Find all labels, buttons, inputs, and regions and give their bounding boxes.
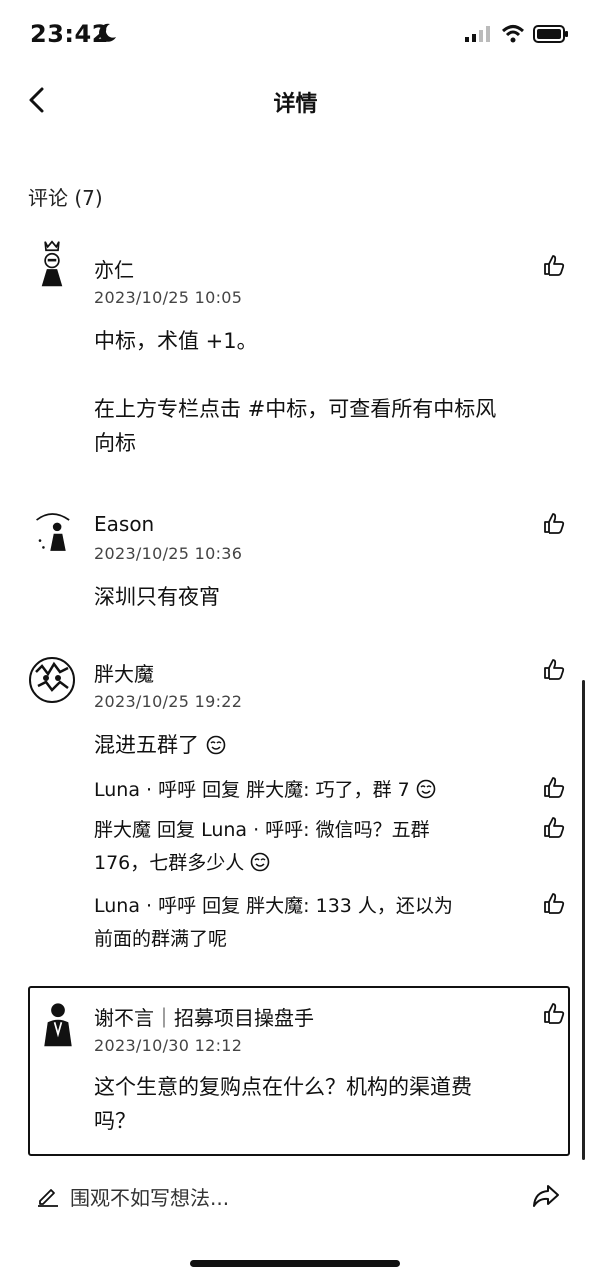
pen-icon [38, 1189, 58, 1207]
comment-text: 混进五群了 [94, 728, 564, 762]
comment-author[interactable]: 亦仁 [94, 254, 134, 283]
avatar[interactable] [34, 1000, 82, 1048]
reply-text: 胖大魔 回复 Luna · 呼呼: 微信吗？五群 [94, 819, 430, 841]
nav-bar: 详情 [0, 70, 591, 130]
scrollbar[interactable] [582, 680, 585, 1160]
moon-icon [99, 23, 116, 42]
wifi-icon [501, 25, 525, 43]
smile-emoji-icon [416, 779, 436, 799]
comment-text: 中标，术值 +1。 在上方专栏点击 #中标，可查看所有中标风 向标 [94, 324, 564, 460]
comment-line: 在上方专栏点击 #中标，可查看所有中标风 [94, 397, 497, 421]
thumbs-up-icon[interactable] [543, 658, 565, 680]
comment-author[interactable]: 谢不言｜招募项目操盘手 [94, 1002, 314, 1031]
comment-author[interactable]: 胖大魔 [94, 658, 154, 687]
reply-item: Luna · 呼呼 回复 胖大魔: 133 人，还以为 前面的群满了呢 [94, 890, 524, 956]
comment-time: 2023/10/25 10:36 [94, 544, 243, 563]
avatar[interactable] [28, 656, 76, 704]
reply-text: Luna · 呼呼 回复 胖大魔: 133 人，还以为 [94, 895, 453, 917]
signal-icon [465, 26, 490, 42]
reply-text: Luna · 呼呼 回复 胖大魔: 巧了，群 7 [94, 779, 410, 801]
status-icons [465, 24, 569, 44]
reply-item: Luna · 呼呼 回复 胖大魔: 巧了，群 7 [94, 774, 524, 807]
comment-line: 混进五群了 [94, 733, 199, 757]
battery-icon [533, 25, 568, 43]
thumbs-up-icon[interactable] [543, 254, 565, 276]
thumbs-up-icon[interactable] [543, 512, 565, 534]
comment-author[interactable]: Eason [94, 512, 154, 536]
comment-line: 向标 [94, 431, 136, 455]
comment-line: 中标，术值 +1。 [94, 329, 258, 353]
thumbs-up-icon[interactable] [543, 892, 565, 914]
comment-input-placeholder[interactable]: 围观不如写想法... [70, 1182, 229, 1211]
comments-count-title: 评论 (7) [28, 186, 103, 210]
comment-text: 这个生意的复购点在什么？机构的渠道费 吗？ [94, 1070, 564, 1138]
comment-line: 深圳只有夜宵 [94, 585, 220, 609]
page-title: 详情 [273, 92, 318, 117]
comment-line: 吗？ [94, 1109, 136, 1133]
home-indicator [190, 1260, 400, 1267]
thumbs-up-icon[interactable] [543, 776, 565, 798]
comment-time: 2023/10/25 19:22 [94, 692, 243, 711]
avatar[interactable] [28, 240, 76, 288]
comment-time: 2023/10/30 12:12 [94, 1036, 243, 1055]
reply-text: 176，七群多少人 [94, 852, 245, 874]
comment-time: 2023/10/25 10:05 [94, 288, 243, 307]
reply-item: 胖大魔 回复 Luna · 呼呼: 微信吗？五群 176，七群多少人 [94, 814, 524, 880]
thumbs-up-icon[interactable] [543, 1002, 565, 1024]
comment-line: 这个生意的复购点在什么？机构的渠道费 [94, 1075, 472, 1099]
smile-emoji-icon [206, 735, 225, 755]
comment-text: 深圳只有夜宵 [94, 580, 564, 614]
status-bar: 23:42 [0, 0, 591, 70]
reply-text: 前面的群满了呢 [94, 928, 228, 950]
thumbs-up-icon[interactable] [543, 816, 565, 838]
avatar[interactable] [28, 508, 76, 556]
share-icon[interactable] [531, 1182, 561, 1210]
comment-input-bar[interactable]: 围观不如写想法... [0, 1170, 591, 1226]
smile-emoji-icon [251, 852, 270, 872]
